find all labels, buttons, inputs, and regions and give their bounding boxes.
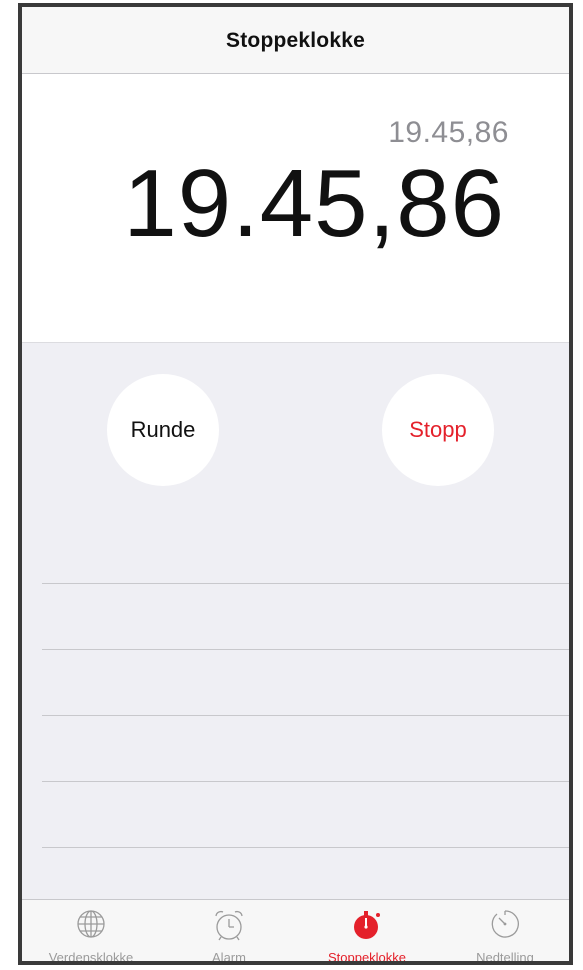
tab-world-clock[interactable]: Verdensklokke: [22, 900, 160, 965]
navigation-bar: Stoppeklokke: [22, 7, 569, 74]
timer-icon: [491, 910, 519, 938]
page-title: Stoppeklokke: [226, 29, 365, 52]
tab-label: Alarm: [212, 950, 246, 965]
lap-list-divider: [42, 583, 569, 584]
phone-screen: Stoppeklokke 19.45,86 19.45,86 Runde Sto…: [18, 3, 573, 965]
tab-bar: Verdensklokke Alarm Stoppeklokke Nedtell…: [22, 899, 569, 965]
stopwatch-icon: [354, 911, 380, 939]
tab-label: Stoppeklokke: [327, 950, 407, 965]
tab-timer[interactable]: Nedtelling: [436, 900, 569, 965]
lap-button[interactable]: Runde: [107, 374, 219, 486]
lap-list-divider: [42, 847, 569, 848]
lap-time-readout: 19.45,86: [388, 116, 509, 149]
lap-list-divider: [42, 715, 569, 716]
time-display-area: 19.45,86 19.45,86: [22, 74, 569, 342]
tab-stopwatch[interactable]: Stoppeklokke: [298, 900, 436, 965]
alarm-clock-icon: [215, 910, 243, 941]
tab-label: Verdensklokke: [48, 950, 134, 965]
globe-icon: [77, 910, 105, 938]
stop-button[interactable]: Stopp: [382, 374, 494, 486]
tab-label: Nedtelling: [476, 950, 534, 965]
tab-alarm[interactable]: Alarm: [160, 900, 298, 965]
controls-and-laps: Runde Stopp: [22, 342, 569, 902]
main-time-readout: 19.45,86: [123, 150, 505, 257]
lap-list-divider: [42, 649, 569, 650]
lap-list-divider: [42, 781, 569, 782]
